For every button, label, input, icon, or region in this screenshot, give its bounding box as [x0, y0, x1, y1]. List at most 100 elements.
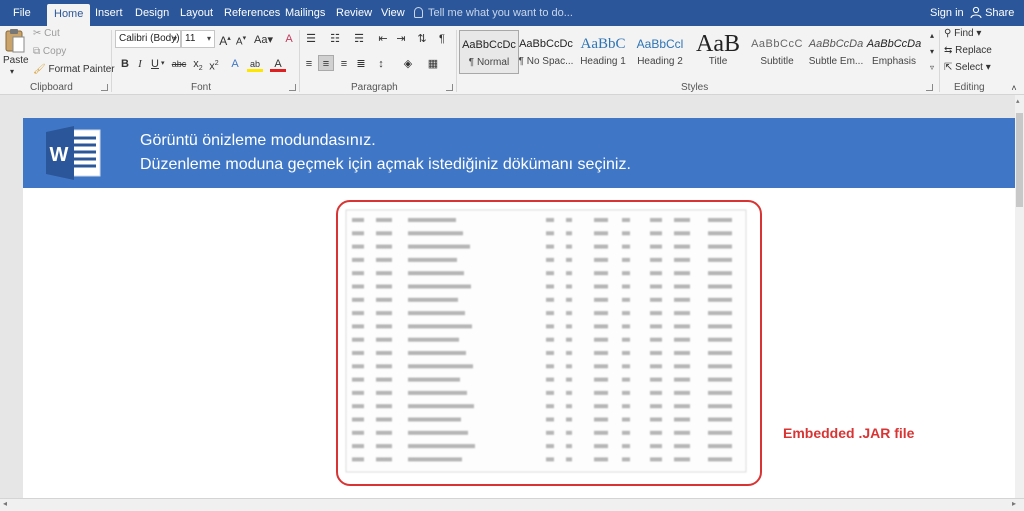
scroll-left-icon[interactable]: ◂ — [3, 499, 7, 508]
multilevel-list-icon[interactable]: ☴ — [351, 31, 367, 47]
select-button[interactable]: ⇱ Select ▾ — [944, 62, 991, 73]
cut-button[interactable]: ✂ Cut — [33, 28, 60, 39]
blurred-row-segment — [708, 377, 732, 382]
font-dialog-launcher[interactable] — [289, 84, 296, 91]
embedded-file-preview[interactable] — [336, 200, 762, 486]
change-case-button[interactable]: Aa▾ — [254, 33, 273, 46]
copy-button[interactable]: ⧉ Copy — [33, 46, 66, 57]
shrink-font-button[interactable]: A▾ — [233, 31, 249, 47]
blurred-row-segment — [622, 337, 630, 342]
bold-button[interactable]: B — [117, 56, 133, 72]
format-painter-button[interactable]: 🖌 Format Painter — [33, 64, 115, 75]
blurred-row-segment — [594, 324, 608, 329]
paragraph-dialog-launcher[interactable] — [446, 84, 453, 91]
scroll-thumb[interactable] — [1016, 113, 1023, 207]
blurred-row-segment — [674, 257, 690, 262]
styles-dialog-launcher[interactable] — [926, 84, 933, 91]
subscript-button[interactable]: x2 — [190, 56, 206, 72]
paste-dropdown-icon[interactable]: ▾ — [10, 67, 14, 76]
borders-icon[interactable]: ▦ — [425, 56, 441, 72]
line-spacing-icon[interactable]: ↕ — [373, 56, 389, 72]
blurred-row-segment — [674, 297, 690, 302]
styles-scroll-up-icon[interactable]: ▴ — [924, 28, 940, 44]
tab-view[interactable]: View — [381, 0, 405, 26]
style-sample: AaBbCcDa — [866, 38, 922, 50]
person-icon — [970, 6, 982, 19]
blurred-row-segment — [674, 271, 690, 276]
style-sample: AaBbC — [580, 36, 626, 52]
style-title[interactable]: AaB Title — [688, 30, 748, 74]
bullets-icon[interactable]: ☰ — [303, 31, 319, 47]
tab-layout[interactable]: Layout — [180, 0, 213, 26]
tab-insert[interactable]: Insert — [95, 0, 123, 26]
blurred-row-segment — [622, 324, 630, 329]
tab-file[interactable]: File — [13, 0, 31, 26]
font-name-combo[interactable]: Calibri (Body) ▾ — [115, 30, 181, 48]
font-size-combo[interactable]: 11 ▾ — [181, 30, 215, 48]
find-button[interactable]: ⚲ Find ▾ — [944, 28, 981, 39]
blurred-row-segment — [408, 324, 472, 329]
align-center-icon[interactable]: ≡ — [318, 55, 334, 71]
paste-label[interactable]: Paste — [3, 55, 29, 66]
sign-in-link[interactable]: Sign in — [930, 0, 964, 26]
paste-button[interactable] — [4, 28, 26, 54]
blurred-row-segment — [352, 390, 364, 395]
align-left-icon[interactable]: ≡ — [301, 56, 317, 72]
style-subtitle[interactable]: AaBbCcC Subtitle — [747, 30, 807, 74]
shading-icon[interactable]: ◈ — [400, 56, 416, 72]
share-button[interactable]: Share — [970, 0, 1014, 26]
justify-icon[interactable]: ≣ — [353, 56, 369, 72]
style-no-spacing[interactable]: AaBbCcDc ¶ No Spac... — [516, 30, 576, 74]
blurred-row-segment — [408, 271, 464, 276]
tab-review[interactable]: Review — [336, 0, 372, 26]
scroll-right-icon[interactable]: ▸ — [1012, 499, 1016, 508]
horizontal-scrollbar[interactable]: ◂ ▸ — [0, 498, 1024, 511]
style-heading-2[interactable]: AaBbCcl Heading 2 — [630, 30, 690, 74]
blurred-row-segment — [594, 390, 608, 395]
style-subtle-emphasis[interactable]: AaBbCcDa Subtle Em... — [806, 30, 866, 74]
scroll-up-icon[interactable]: ▴ — [1016, 97, 1020, 105]
style-heading-1[interactable]: AaBbC Heading 1 — [573, 30, 633, 74]
blurred-row-segment — [546, 377, 554, 382]
blurred-row-segment — [352, 311, 364, 316]
highlight-color-button[interactable]: ab — [247, 56, 263, 72]
align-right-icon[interactable]: ≡ — [336, 56, 352, 72]
blurred-row-segment — [546, 284, 554, 289]
increase-indent-icon[interactable]: ⇥ — [393, 31, 409, 47]
style-emphasis[interactable]: AaBbCcDa Emphasis — [864, 30, 924, 74]
grow-font-button[interactable]: A▴ — [217, 31, 233, 48]
tell-me-box[interactable]: Tell me what you want to do... — [414, 0, 573, 26]
tell-me-text: Tell me what you want to do... — [428, 7, 573, 19]
blurred-row-segment — [650, 324, 662, 329]
clear-formatting-icon[interactable]: A — [281, 31, 297, 47]
pilcrow-icon[interactable]: ¶ — [434, 31, 450, 47]
style-normal[interactable]: AaBbCcDc ¶ Normal — [459, 30, 519, 74]
tab-design[interactable]: Design — [135, 0, 169, 26]
clipboard-dialog-launcher[interactable] — [101, 84, 108, 91]
blurred-row-segment — [650, 271, 662, 276]
styles-scroll-down-icon[interactable]: ▾ — [924, 44, 940, 60]
style-name: ¶ Normal — [468, 57, 510, 68]
tab-mailings[interactable]: Mailings — [285, 0, 325, 26]
text-effects-button[interactable]: A — [227, 56, 243, 72]
italic-button[interactable]: I — [132, 56, 148, 72]
collapse-ribbon-icon[interactable]: ˄ — [1006, 80, 1022, 96]
decrease-indent-icon[interactable]: ⇤ — [375, 31, 391, 47]
tab-references[interactable]: References — [224, 0, 280, 26]
blurred-row-segment — [408, 231, 463, 236]
replace-button[interactable]: ⇆ Replace — [944, 45, 992, 56]
font-color-button[interactable]: A — [270, 56, 286, 72]
styles-more-icon[interactable]: ▿ — [924, 60, 940, 76]
blurred-row-segment — [622, 417, 630, 422]
blurred-row-segment — [650, 377, 662, 382]
blurred-row-segment — [566, 404, 572, 409]
underline-dropdown-icon[interactable]: ▾ — [161, 59, 165, 67]
vertical-scrollbar[interactable]: ▴ — [1015, 95, 1024, 498]
strikethrough-button[interactable]: abc — [169, 56, 189, 72]
numbering-icon[interactable]: ☷ — [327, 31, 343, 47]
superscript-button[interactable]: x2 — [206, 56, 222, 73]
tab-home[interactable]: Home — [47, 4, 91, 26]
embedded-jar-annotation: Embedded .JAR file — [783, 425, 915, 441]
sort-icon[interactable]: ⇅ — [414, 31, 430, 47]
blurred-row-segment — [352, 430, 364, 435]
